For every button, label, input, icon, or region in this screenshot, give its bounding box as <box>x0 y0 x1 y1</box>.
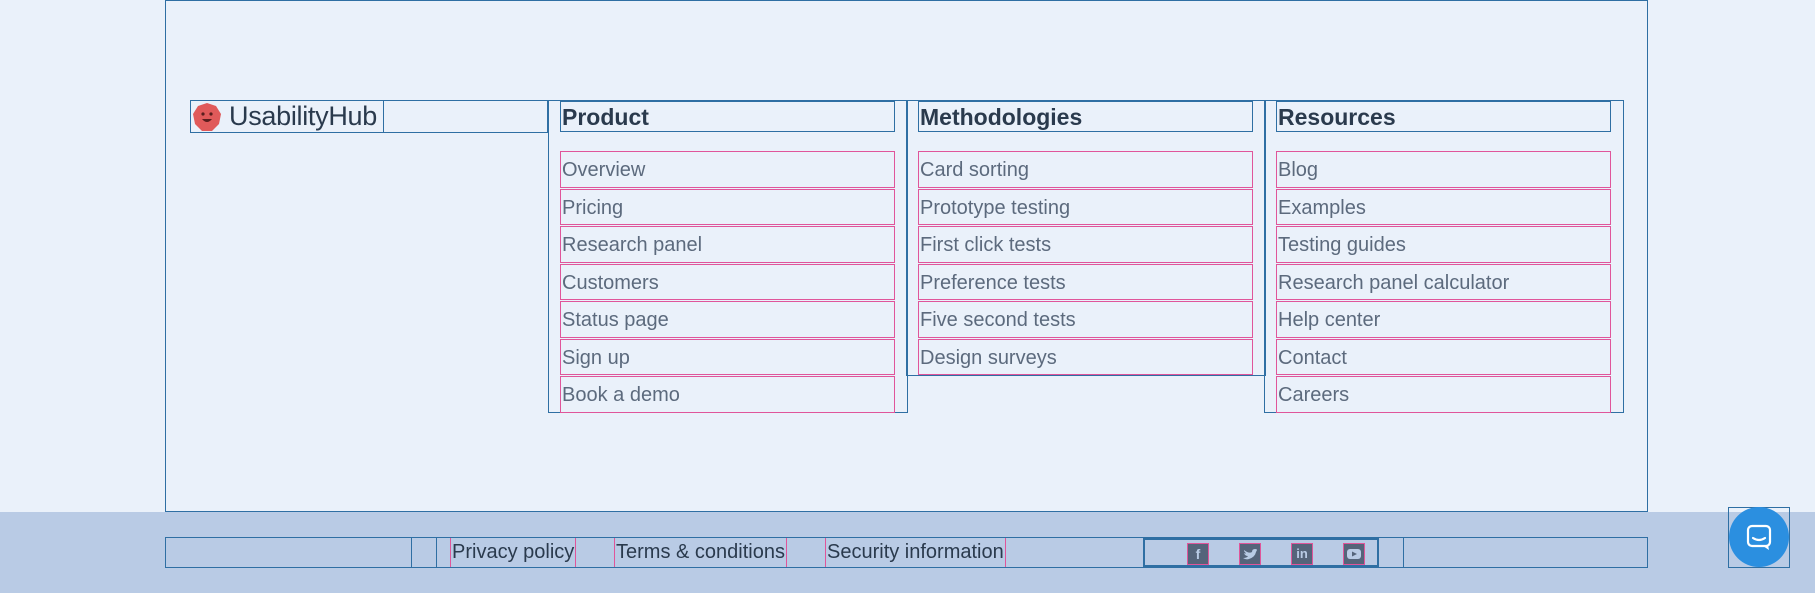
twitter-icon[interactable] <box>1239 543 1261 565</box>
resources-link-help-center[interactable]: Help center <box>1276 301 1611 338</box>
methodologies-heading: Methodologies <box>918 101 1253 132</box>
product-link-customers[interactable]: Customers <box>560 263 895 300</box>
terms-conditions-link[interactable]: Terms & conditions <box>614 538 787 567</box>
resources-column: Resources Blog Examples Testing guides R… <box>1264 100 1624 413</box>
product-column: Product Overview Pricing Research panel … <box>548 100 908 413</box>
resources-link-contact[interactable]: Contact <box>1276 338 1611 375</box>
product-link-overview[interactable]: Overview <box>560 151 895 188</box>
twitter-bird-glyph <box>1243 549 1257 560</box>
resources-link-examples[interactable]: Examples <box>1276 188 1611 225</box>
method-link-first-click[interactable]: First click tests <box>918 226 1253 263</box>
brand-name: UsabilityHub <box>229 101 377 131</box>
divider <box>1403 538 1404 567</box>
method-link-prototype-testing[interactable]: Prototype testing <box>918 188 1253 225</box>
linkedin-icon[interactable]: in <box>1291 543 1313 565</box>
divider <box>411 538 412 567</box>
methodologies-links: Card sorting Prototype testing First cli… <box>918 151 1253 376</box>
methodologies-column: Methodologies Card sorting Prototype tes… <box>906 100 1266 376</box>
usabilityhub-logo-icon <box>193 102 221 131</box>
resources-link-careers[interactable]: Careers <box>1276 376 1611 413</box>
youtube-play-glyph <box>1347 549 1361 559</box>
facebook-icon[interactable]: f <box>1187 543 1209 565</box>
youtube-icon[interactable] <box>1343 543 1365 565</box>
brand-block: UsabilityHub <box>190 100 548 133</box>
product-link-research-panel[interactable]: Research panel <box>560 226 895 263</box>
product-heading: Product <box>560 101 895 132</box>
brand-link[interactable]: UsabilityHub <box>191 101 384 132</box>
product-link-status-page[interactable]: Status page <box>560 301 895 338</box>
method-link-design-surveys[interactable]: Design surveys <box>918 338 1253 375</box>
resources-link-panel-calculator[interactable]: Research panel calculator <box>1276 263 1611 300</box>
resources-heading: Resources <box>1276 101 1611 132</box>
privacy-policy-link[interactable]: Privacy policy <box>450 538 577 567</box>
method-link-five-second[interactable]: Five second tests <box>918 301 1253 338</box>
method-link-preference[interactable]: Preference tests <box>918 263 1253 300</box>
product-link-pricing[interactable]: Pricing <box>560 188 895 225</box>
product-link-sign-up[interactable]: Sign up <box>560 338 895 375</box>
chat-launcher-button[interactable] <box>1729 507 1789 567</box>
product-links: Overview Pricing Research panel Customer… <box>560 151 895 414</box>
resources-links: Blog Examples Testing guides Research pa… <box>1276 151 1611 414</box>
product-link-book-demo[interactable]: Book a demo <box>560 376 895 413</box>
footer-bottom-bar: Privacy policy Terms & conditions Securi… <box>165 537 1648 568</box>
resources-link-testing-guides[interactable]: Testing guides <box>1276 226 1611 263</box>
divider <box>436 538 437 567</box>
method-link-card-sorting[interactable]: Card sorting <box>918 151 1253 188</box>
security-information-link[interactable]: Security information <box>825 538 1006 567</box>
social-links: f in <box>1143 538 1379 567</box>
resources-link-blog[interactable]: Blog <box>1276 151 1611 188</box>
chat-bubble-icon <box>1746 524 1772 550</box>
